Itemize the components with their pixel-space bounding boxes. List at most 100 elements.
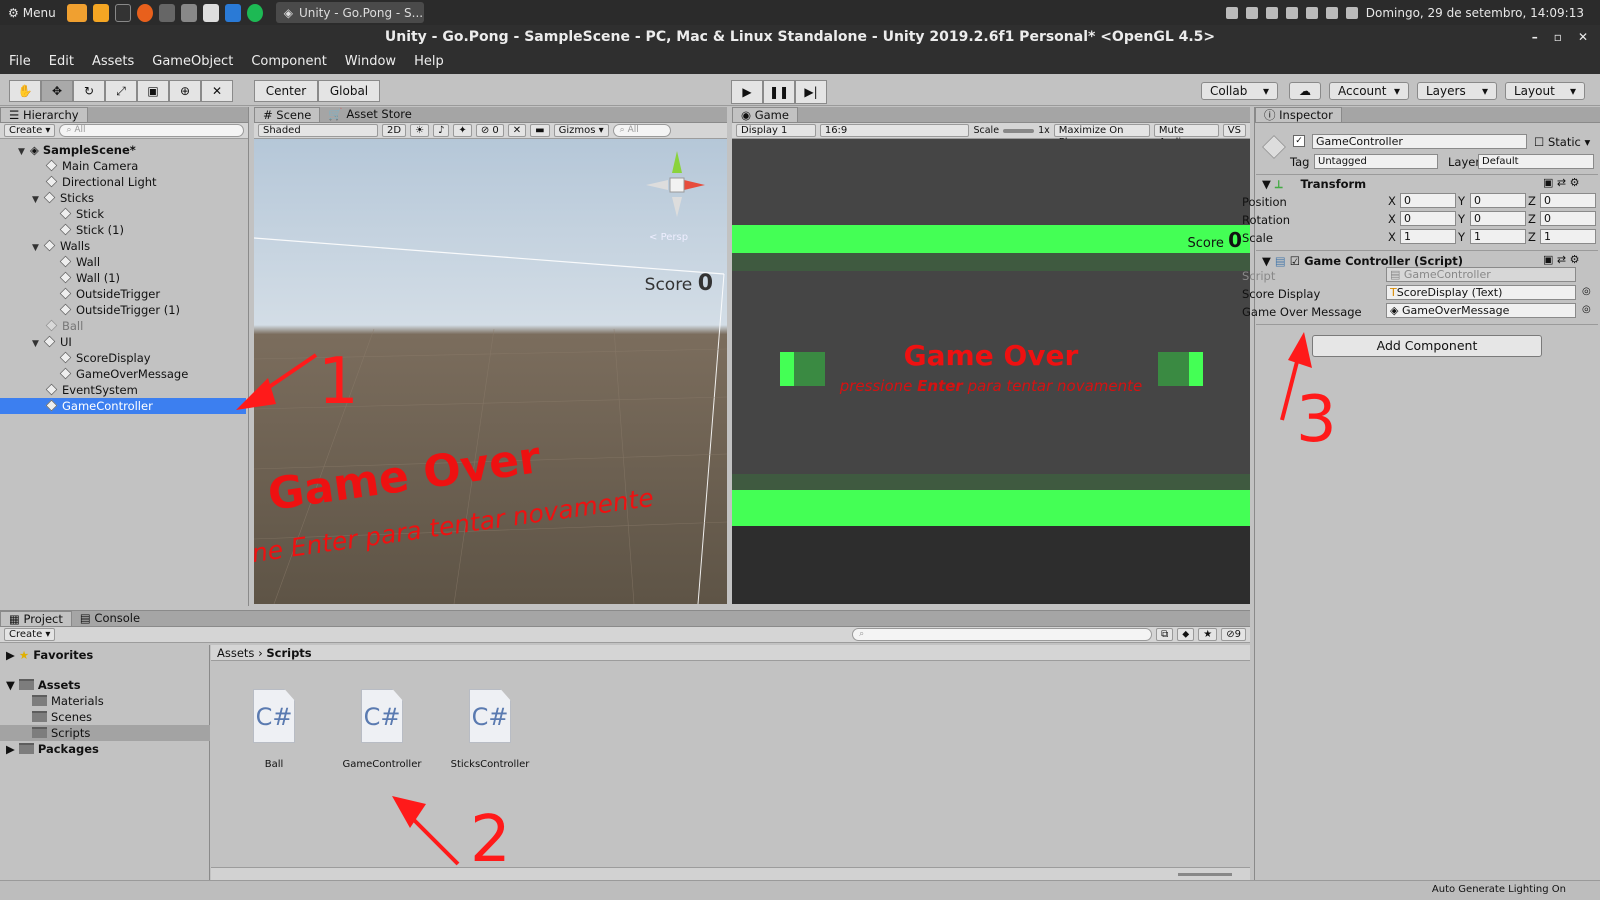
- persp-label[interactable]: < Persp: [649, 232, 688, 243]
- hierarchy-item[interactable]: Stick (1): [0, 222, 246, 238]
- taskbar-window-unity[interactable]: ◈ Unity - Go.Pong - S...: [275, 2, 424, 23]
- menu-window[interactable]: Window: [336, 54, 405, 69]
- menu-file[interactable]: File: [0, 54, 40, 69]
- hierarchy-search-input[interactable]: ⌕ All: [59, 124, 244, 137]
- minimize-icon[interactable]: –: [1532, 25, 1538, 49]
- firefox-launcher-icon[interactable]: [136, 3, 153, 22]
- component-enabled-checkbox[interactable]: ☑: [1290, 254, 1300, 268]
- user-icon[interactable]: [1285, 6, 1298, 19]
- assets-folder[interactable]: ▼ Assets: [6, 677, 81, 693]
- volume-icon[interactable]: [1325, 6, 1338, 19]
- scale-z-field[interactable]: 1: [1540, 229, 1596, 244]
- move-tool-icon[interactable]: ✥: [41, 80, 73, 102]
- tool-launcher-icon[interactable]: [180, 3, 197, 22]
- breadcrumb-assets[interactable]: Assets: [217, 646, 254, 660]
- transform-tool-icon[interactable]: ⊕: [169, 80, 201, 102]
- gizmos-dropdown[interactable]: Gizmos ▾: [553, 124, 609, 137]
- object-picker-icon[interactable]: ◎: [1582, 304, 1591, 315]
- pivot-center-button[interactable]: Center: [254, 80, 318, 102]
- files-launcher-icon[interactable]: [66, 3, 87, 22]
- script-asset-stickscontroller[interactable]: C# SticksController: [430, 689, 550, 770]
- hierarchy-item-disabled[interactable]: Ball: [0, 318, 246, 334]
- active-checkbox[interactable]: ✓: [1293, 135, 1305, 147]
- hierarchy-item[interactable]: OutsideTrigger: [0, 286, 246, 302]
- project-search-input[interactable]: ⌕: [852, 628, 1153, 641]
- hierarchy-item[interactable]: GameOverMessage: [0, 366, 246, 382]
- packages-folder[interactable]: ▶ Packages: [6, 741, 99, 757]
- script-asset-ball[interactable]: C# Ball: [214, 689, 334, 770]
- folder-launcher-icon[interactable]: [92, 3, 109, 22]
- menu-help[interactable]: Help: [405, 54, 453, 69]
- maximize-icon[interactable]: ▫: [1554, 25, 1562, 49]
- pivot-global-button[interactable]: Global: [318, 80, 380, 102]
- scale-x-field[interactable]: 1: [1400, 229, 1456, 244]
- tab-console[interactable]: ▤ Console: [71, 611, 149, 626]
- filter-type-icon[interactable]: ⧉: [1156, 628, 1174, 641]
- rotation-z-field[interactable]: 0: [1540, 211, 1596, 226]
- start-menu[interactable]: ⚙ Menu: [0, 6, 64, 20]
- create-button[interactable]: Create ▾: [4, 124, 56, 137]
- vscode-launcher-icon[interactable]: [224, 3, 241, 22]
- tag-dropdown[interactable]: Untagged: [1314, 154, 1438, 169]
- wifi-icon[interactable]: [1305, 6, 1318, 19]
- mute-audio-toggle[interactable]: Mute Audio: [1153, 124, 1219, 148]
- favorites-item[interactable]: ▶ ★ Favorites: [6, 647, 93, 663]
- rotation-x-field[interactable]: 0: [1400, 211, 1456, 226]
- score-display-field[interactable]: TScoreDisplay (Text): [1386, 285, 1576, 300]
- tab-project[interactable]: ▦ Project: [0, 611, 72, 626]
- game-over-message-field[interactable]: ◈ GameOverMessage: [1386, 303, 1576, 318]
- filter-label-icon[interactable]: ⬥: [1177, 628, 1195, 641]
- hierarchy-item[interactable]: Directional Light: [0, 174, 246, 190]
- object-name-field[interactable]: GameController: [1312, 134, 1527, 149]
- add-component-button[interactable]: Add Component: [1312, 335, 1542, 357]
- custom-tool-icon[interactable]: ✕: [201, 80, 233, 102]
- favorite-icon[interactable]: ★: [1198, 628, 1218, 641]
- lighting-icon[interactable]: ☀: [410, 124, 430, 137]
- menu-component[interactable]: Component: [242, 54, 335, 69]
- breadcrumb-scripts[interactable]: Scripts: [266, 646, 311, 660]
- object-picker-icon[interactable]: ◎: [1582, 286, 1591, 297]
- hierarchy-item[interactable]: Wall: [0, 254, 246, 270]
- position-z-field[interactable]: 0: [1540, 193, 1596, 208]
- tab-hierarchy[interactable]: ☰ Hierarchy: [0, 107, 88, 122]
- spotify-launcher-icon[interactable]: [246, 3, 263, 22]
- bluetooth-icon[interactable]: [1245, 6, 1258, 19]
- icon-size-slider[interactable]: [1178, 873, 1232, 876]
- game-viewport[interactable]: Score 0 Game Over pressione Enter para t…: [732, 139, 1250, 604]
- tab-inspector[interactable]: ⓘ Inspector: [1255, 107, 1342, 122]
- script-asset-gamecontroller[interactable]: C# GameController: [322, 689, 442, 770]
- hidden-packages-badge[interactable]: ⊘9: [1221, 628, 1246, 641]
- menu-edit[interactable]: Edit: [40, 54, 83, 69]
- hierarchy-item[interactable]: EventSystem: [0, 382, 246, 398]
- rotation-y-field[interactable]: 0: [1470, 211, 1526, 226]
- folder-item[interactable]: Materials: [32, 693, 104, 709]
- tools-icon[interactable]: ✕: [507, 124, 527, 137]
- position-y-field[interactable]: 0: [1470, 193, 1526, 208]
- hierarchy-item[interactable]: ▼ Walls: [0, 238, 246, 254]
- maximize-on-play-toggle[interactable]: Maximize On Play: [1053, 124, 1150, 148]
- position-x-field[interactable]: 0: [1400, 193, 1456, 208]
- hierarchy-item-selected[interactable]: GameController: [0, 398, 246, 414]
- keyboard-icon[interactable]: [1265, 6, 1278, 19]
- hierarchy-item[interactable]: ▼ UI: [0, 334, 246, 350]
- menu-assets[interactable]: Assets: [83, 54, 143, 69]
- static-checkbox[interactable]: ☐ Static ▾: [1534, 135, 1590, 149]
- close-icon[interactable]: ✕: [1578, 25, 1588, 49]
- rect-tool-icon[interactable]: ▣: [137, 80, 169, 102]
- transform-header[interactable]: ▼ ⟂ Transform: [1262, 176, 1366, 192]
- dropbox-icon[interactable]: [1225, 6, 1238, 19]
- scene-root[interactable]: ▼ ◈ SampleScene*: [0, 142, 246, 158]
- scale-y-field[interactable]: 1: [1470, 229, 1526, 244]
- scene-search-input[interactable]: ⌕ All: [612, 124, 671, 137]
- cloud-icon[interactable]: ☁: [1289, 82, 1321, 100]
- unity-launcher-icon[interactable]: [202, 3, 219, 22]
- collab-dropdown[interactable]: Collab ▾: [1201, 82, 1278, 100]
- layers-dropdown[interactable]: Layers ▾: [1417, 82, 1497, 100]
- folder-item[interactable]: Scenes: [32, 709, 92, 725]
- hierarchy-item[interactable]: ScoreDisplay: [0, 350, 246, 366]
- shading-mode-dropdown[interactable]: Shaded: [258, 124, 378, 137]
- scale-tool-icon[interactable]: ⤢: [105, 80, 137, 102]
- pause-icon[interactable]: ❚❚: [763, 80, 795, 104]
- hand-tool-icon[interactable]: ✋: [9, 80, 41, 102]
- layout-dropdown[interactable]: Layout ▾: [1505, 82, 1585, 100]
